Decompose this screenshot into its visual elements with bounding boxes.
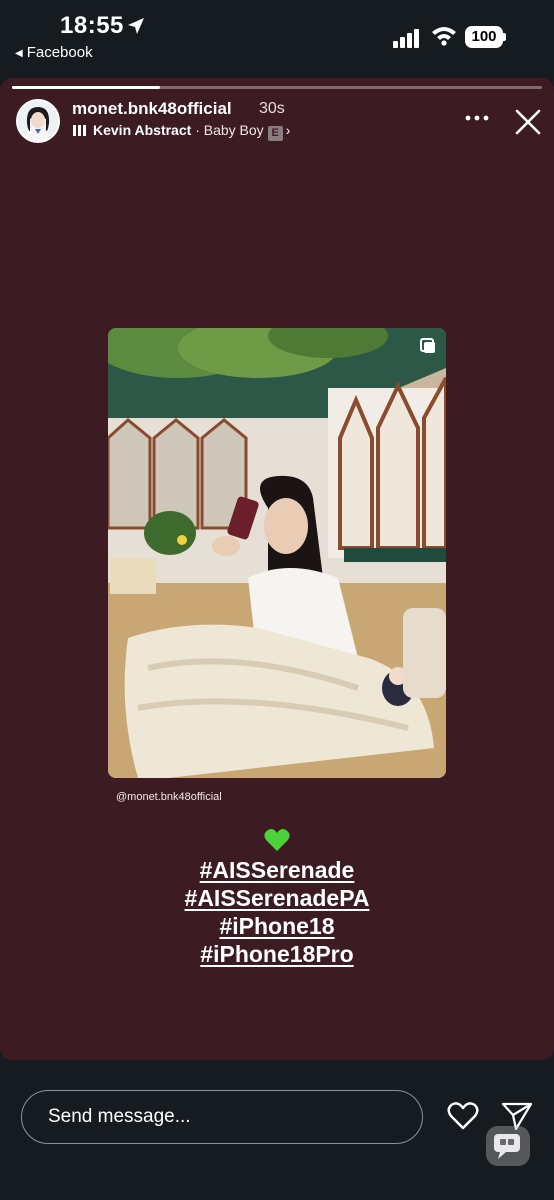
music-separator: ·: [195, 122, 200, 138]
chat-bubble-button[interactable]: [486, 1126, 530, 1166]
hashtag[interactable]: #iPhone18: [219, 913, 334, 939]
story-card[interactable]: monet.bnk48official 30s Kevin Abstract ·…: [0, 78, 554, 1060]
story-age: 30s: [259, 100, 285, 117]
photo-credit[interactable]: @monet.bnk48official: [116, 791, 222, 803]
clock: 18:55: [60, 12, 124, 39]
hashtag[interactable]: #AISSerenadePA: [185, 885, 370, 911]
hashtag-list: #AISSerenade #AISSerenadePA #iPhone18 #i…: [0, 856, 554, 968]
music-bars-icon: [73, 125, 86, 136]
story-progress-track: [12, 86, 542, 89]
back-triangle-icon: ◀: [15, 48, 23, 59]
story-progress-fill: [12, 86, 161, 89]
send-message-placeholder: Send message...: [48, 1106, 191, 1127]
explicit-badge: E: [267, 126, 283, 141]
back-app-label: Facebook: [26, 44, 93, 61]
music-artist: Kevin Abstract: [93, 122, 192, 138]
story-username[interactable]: monet.bnk48official: [72, 99, 232, 119]
story-photo: [108, 328, 446, 778]
battery-nub: [503, 33, 506, 41]
location-arrow-icon: [128, 18, 144, 34]
photo-illustration: [108, 328, 446, 778]
battery-level: 100: [465, 26, 503, 48]
close-button[interactable]: [512, 106, 544, 138]
back-to-app-link[interactable]: ◀ Facebook: [15, 44, 93, 61]
wifi-icon: [432, 27, 456, 46]
gallery-icon: [420, 338, 435, 353]
hashtag[interactable]: #AISSerenade: [200, 857, 355, 883]
green-heart-icon: [264, 829, 290, 851]
avatar[interactable]: [16, 99, 60, 143]
status-bar: 18:55 ◀ Facebook 100: [0, 0, 554, 72]
hashtag[interactable]: #iPhone18Pro: [200, 941, 353, 967]
more-options-button[interactable]: [463, 108, 491, 128]
avatar-photo: [18, 101, 58, 141]
cellular-signal-icon: [393, 29, 419, 48]
like-heart-button[interactable]: [447, 1101, 479, 1131]
music-info[interactable]: Kevin Abstract · Baby Boy E ›: [73, 122, 290, 141]
send-message-input[interactable]: Send message...: [21, 1090, 423, 1144]
chat-icon: [494, 1134, 520, 1159]
music-song: Baby Boy: [203, 122, 264, 138]
chevron-right-icon: ›: [285, 122, 291, 138]
